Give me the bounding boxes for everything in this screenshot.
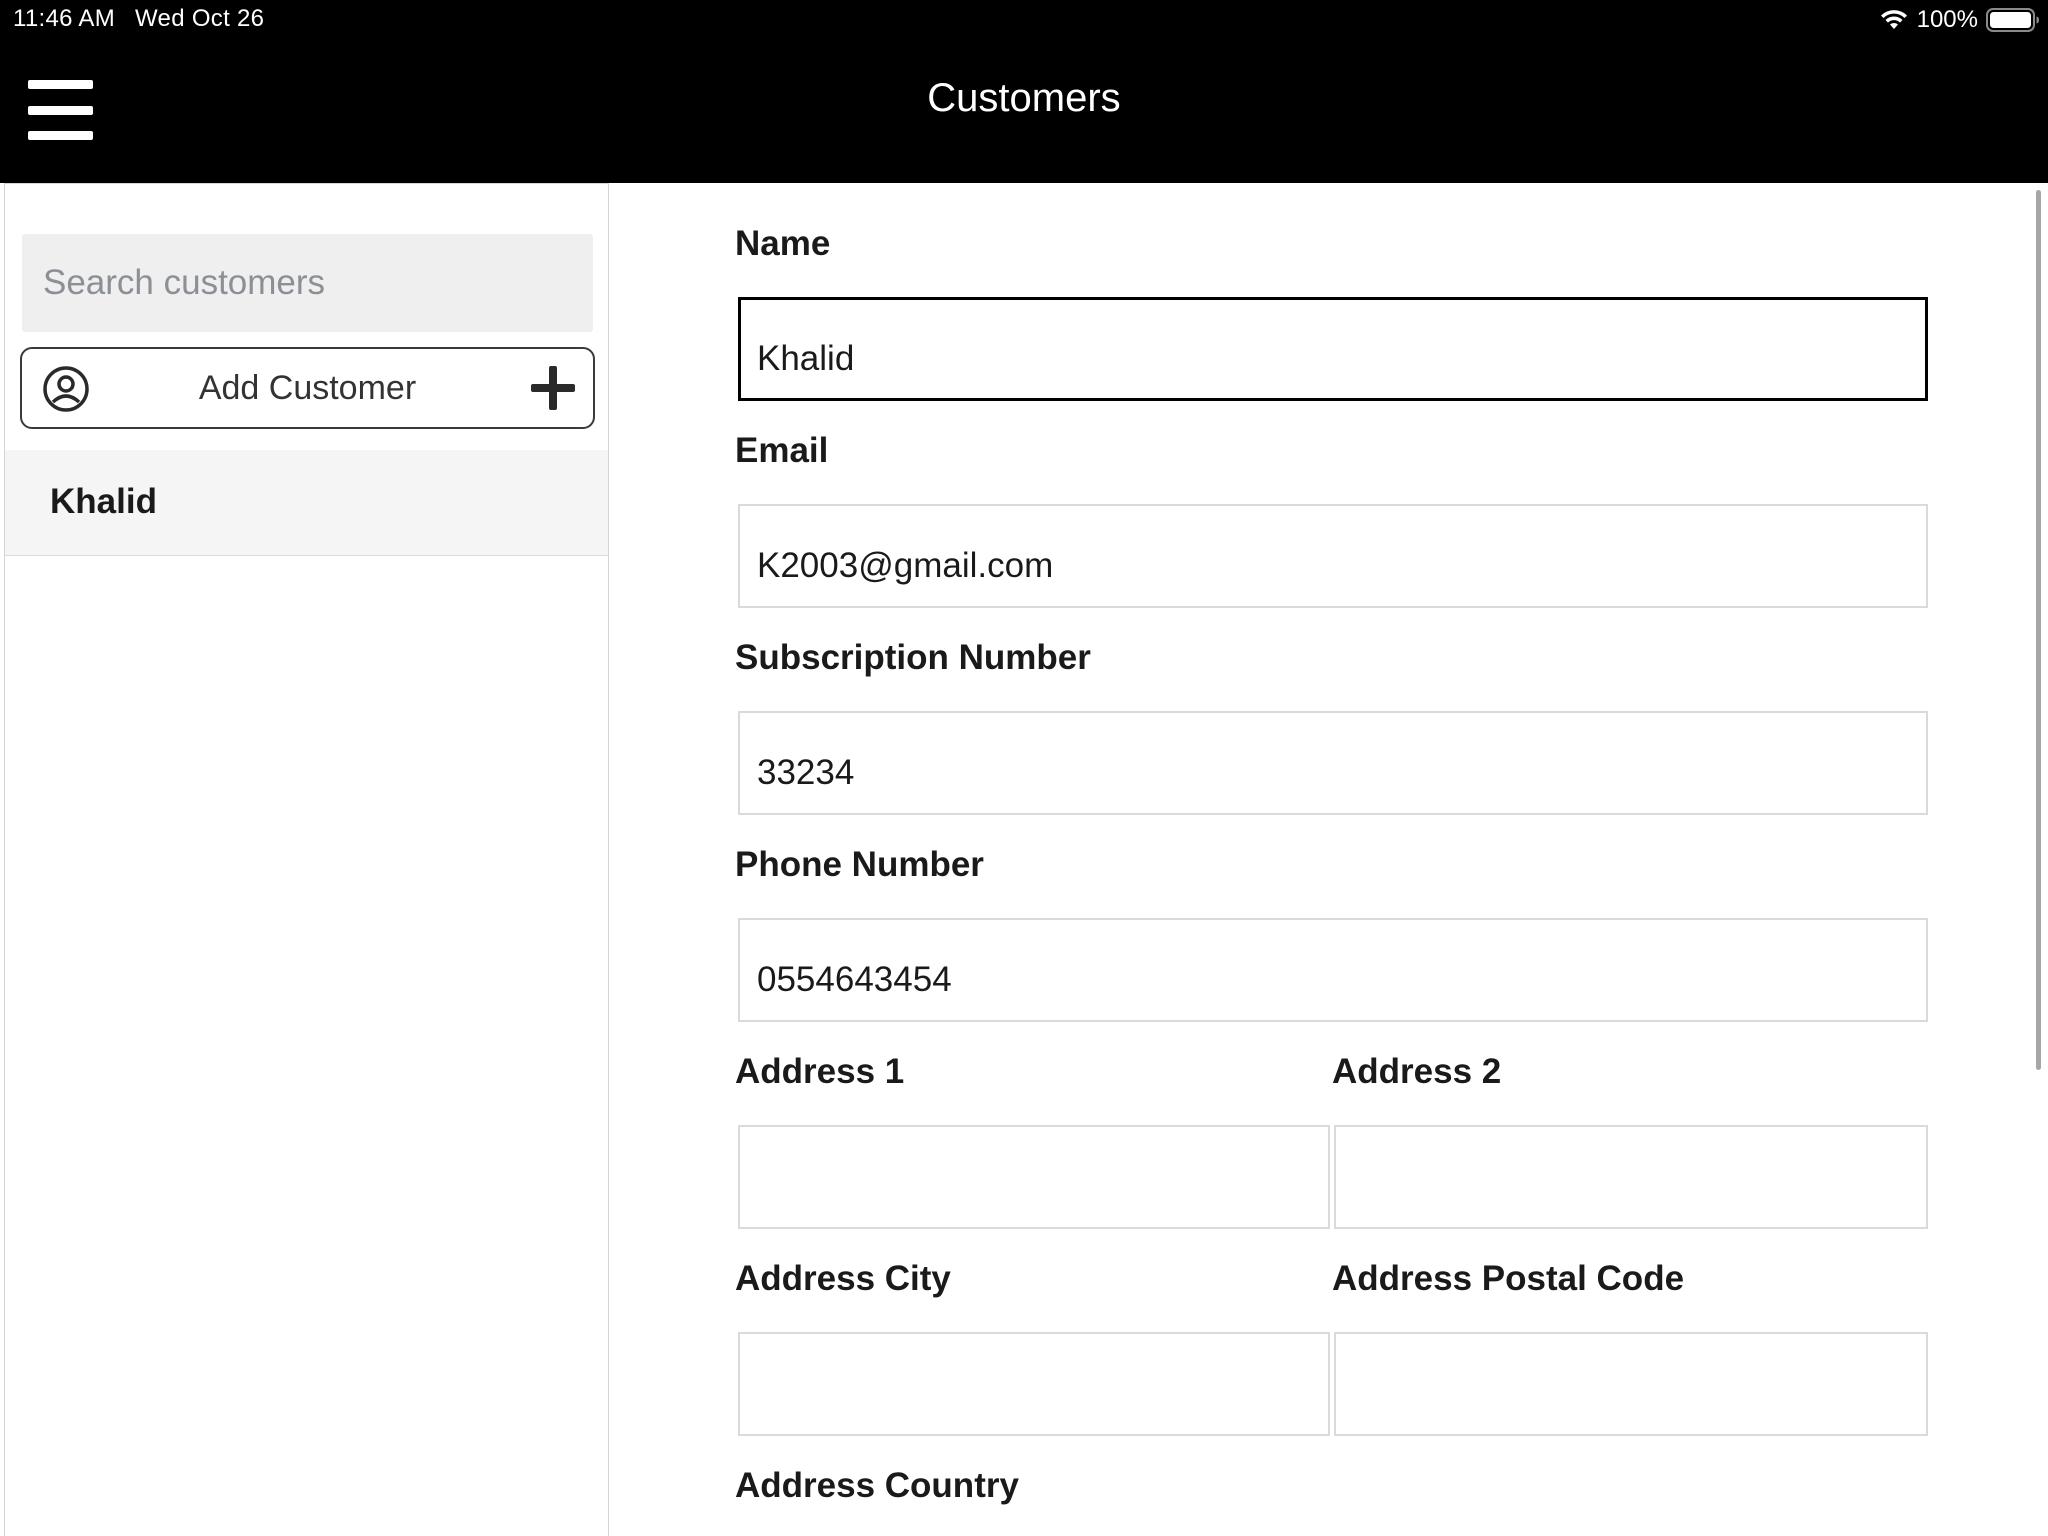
address-1-label: Address 1 (735, 1052, 905, 1091)
status-bar-left: 11:46 AM Wed Oct 26 (13, 5, 264, 33)
address-postal-code-field[interactable] (1334, 1332, 1928, 1436)
top-bar: 11:46 AM Wed Oct 26 100% Customers (0, 0, 2048, 183)
add-customer-button[interactable]: Add Customer (20, 347, 595, 429)
plus-icon (531, 366, 575, 410)
phone-number-field[interactable] (738, 918, 1928, 1022)
battery-icon (1986, 8, 2039, 32)
address-postal-code-label: Address Postal Code (1332, 1259, 1685, 1298)
address-1-field[interactable] (738, 1125, 1330, 1229)
email-label: Email (735, 431, 829, 470)
battery-percent: 100% (1916, 6, 1978, 33)
address-country-label: Address Country (735, 1466, 1019, 1505)
customer-sidebar: Add Customer Khalid (4, 183, 609, 1536)
address-city-label: Address City (735, 1259, 951, 1298)
address-2-label: Address 2 (1332, 1052, 1502, 1091)
customer-name: Khalid (50, 482, 157, 521)
add-customer-label: Add Customer (198, 368, 417, 407)
address-city-field[interactable] (738, 1332, 1330, 1436)
page-title: Customers (927, 76, 1121, 120)
name-label: Name (735, 224, 831, 263)
hamburger-line (28, 131, 93, 140)
email-field[interactable] (738, 504, 1928, 608)
phone-number-label: Phone Number (735, 845, 984, 884)
wifi-icon (1880, 10, 1907, 29)
customer-form: Name Email Subscription Number Phone Num… (610, 183, 2048, 1536)
subscription-number-label: Subscription Number (735, 638, 1091, 677)
list-item[interactable]: Khalid (5, 450, 608, 556)
form-scrollbar[interactable] (2036, 190, 2041, 1070)
subscription-number-field[interactable] (738, 711, 1928, 815)
status-date: Wed Oct 26 (135, 5, 265, 32)
status-bar-right: 100% (1879, 5, 2040, 35)
address-2-field[interactable] (1334, 1125, 1928, 1229)
status-time: 11:46 AM (13, 5, 116, 32)
search-input[interactable] (22, 234, 593, 332)
name-field[interactable] (738, 297, 1928, 401)
